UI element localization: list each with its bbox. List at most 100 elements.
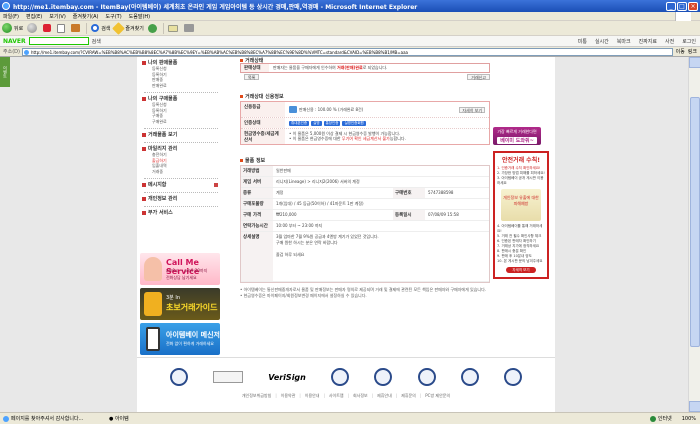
naver-link[interactable]: 미통 [578,38,587,45]
kisa-logo[interactable] [212,371,243,383]
messenger-banner[interactable]: 아이템베이 메신저 전화 없이 편하게 거래하세요 [140,323,220,355]
menu-edit[interactable]: 편집(E) [26,13,42,20]
row-key: 거래방법 [241,166,273,176]
list-button[interactable]: 목록 [244,74,260,80]
naver-login-button[interactable]: 로그인 [682,38,696,45]
nav-head[interactable]: 나의 구매물품 [140,95,222,102]
credit-section: 거래상대 신용정보 신용등급 판매신용 : 100.00 % (거래완료 8건)… [240,93,490,145]
favorites-button[interactable]: 즐겨찾기 [112,21,144,35]
history-button[interactable] [147,23,159,33]
row-key: 구매포물량 [241,199,273,209]
naver-search-input[interactable] [28,37,89,45]
nav-item[interactable]: 구매완료 [140,119,222,125]
cert-logo[interactable] [374,368,393,386]
nav-item[interactable]: 거래중 [140,169,222,175]
cert-badge: 통장인증 [323,120,341,126]
footer-link[interactable]: 제휴문의 [401,393,416,401]
nav-group-profile: 개인정보 관리 [140,195,222,202]
receipt-row: 현금영수증/세금계산서 • 이 물품은 5,000원 이상 결제 시 현금영수증… [241,129,489,144]
safe-trade-box: 안전거래 수칙! 1. 인증거래 수칙 확인하세요! 2. 가장한 방법 피해를… [493,151,549,279]
vertical-scrollbar[interactable] [688,57,700,412]
call-me-banner[interactable]: Call Me Service am9시 ~ pm9:30까지 전화상담 남기세… [140,253,220,285]
menu-help[interactable]: 도움말(H) [129,13,150,20]
report-trade-button[interactable]: 거래신고 [467,74,490,80]
nav-group-my-sales: 나의 판매물품 등록신청 등록하기 판매중 판매완료 [140,59,222,88]
stop-button[interactable] [43,24,53,32]
cert-logo[interactable] [331,368,350,386]
home-button[interactable] [71,24,82,32]
footer-link[interactable]: PC방 제안문의 [425,393,450,401]
nav-divider [144,192,218,193]
footer-link[interactable]: 이용안내 [305,393,320,401]
row-value: 07/08/09 15:58 [428,212,459,217]
nav-divider [144,128,218,129]
nav-head[interactable]: 거래물품 보기 [140,131,222,138]
beginner-guide-banner[interactable]: 3분 In 초보거래가이드 [140,288,220,320]
help-banner[interactable]: 가장 빠르게 거래한다면 베이미 도와줘~ [493,127,541,145]
links-button[interactable]: 링크 [688,48,697,55]
go-button[interactable]: 이동 [676,48,685,55]
footer-link[interactable]: 이용약관 [281,393,296,401]
naver-toolbar: NAVER 검색 미통 실시간 북마크 진짜지료 사전 로그인 [0,36,700,47]
new-message-icon [214,182,218,187]
footer-link[interactable]: 제휴안내 [377,393,392,401]
row-key: 게임 서버 [241,177,273,187]
naver-link[interactable]: 진짜지료 [639,38,657,45]
mail-button[interactable] [167,24,180,32]
safe-trade-more-button[interactable]: 자세히 보기 [506,267,536,273]
menu-tools[interactable]: 도구(T) [106,13,122,20]
footer-link[interactable]: 회사정보 [353,393,368,401]
row-value: 계정 [276,190,284,195]
back-button[interactable]: 뒤로 [2,23,23,33]
address-label: 주소(D) [3,49,20,55]
nav-head[interactable]: 나의 판매물품 [140,59,222,66]
nav-head[interactable]: 마일리지 관리 [140,145,222,152]
naver-link[interactable]: 실시간 [595,38,609,45]
footer-link[interactable]: 사이트맵 [329,393,344,401]
naver-link[interactable]: 사전 [665,38,674,45]
nav-head[interactable]: 개인정보 관리 [140,195,222,202]
footer-link[interactable]: 개인정보취급방침 [242,393,271,401]
table-row: 게임 서버 리니지(Lineage) > 리니지2(2006) 서버의 계정 [241,177,489,188]
side-event-tab[interactable]: 이벤트 [0,57,10,87]
safe-trade-title: 안전거래 수칙! [502,157,540,164]
close-button[interactable]: × [688,1,698,11]
scroll-thumb[interactable] [690,97,700,347]
address-input[interactable]: http://me1.itembay.com/?CVIRAW=%EB%B8%AC… [21,47,673,56]
row-value: 휴대폰인증 실명 통장인증 실명인증회원 [285,118,489,128]
menu-favorites[interactable]: 즐겨찾기(A) [73,13,99,20]
refresh-button[interactable] [57,23,67,33]
print-button[interactable] [183,24,196,32]
forward-button[interactable] [27,23,39,33]
menu-view[interactable]: 보기(V) [49,13,66,20]
cert-logo[interactable] [417,368,436,386]
zoom-level[interactable]: 100% [682,416,696,422]
cert-logo[interactable] [504,368,523,386]
naver-search-button[interactable]: 검색 [92,38,101,45]
naver-link[interactable]: 북마크 [617,38,631,45]
browser-toolbar: 뒤로 검색 즐겨찾기 [0,21,700,36]
detail-description: 3월 엄마한 7월 9%원 공급과 4엔방 계기가 있었던 것입니다. 구매 원… [276,234,379,257]
maximize-button[interactable]: □ [677,1,687,11]
scroll-up-arrow-icon[interactable] [689,57,700,68]
search-button[interactable]: 검색 [91,24,110,32]
credit-detail-button[interactable]: 자세히 보기 [459,106,485,113]
seal-icon [460,368,479,386]
minimize-button[interactable]: _ [666,1,676,11]
verisign-logo[interactable]: VeriSign [268,373,306,382]
list-item[interactable]: 3. 아이템베이 공개 게시판 이용하세요 [497,176,545,186]
stop-icon [43,24,52,32]
toolbar-divider [86,22,88,34]
nav-divider [144,142,218,143]
ftc-logo[interactable] [169,368,188,386]
cert-logo[interactable] [460,368,479,386]
nav-head[interactable]: 메시지함 [140,181,222,188]
list-item[interactable]: 10. 본 게시판 문의 남겨주세요 [497,259,545,264]
nav-head[interactable]: 부가 서비스 [140,209,222,216]
privacy-illustration: 개인정보 유출에 대한 피해예방 [501,189,541,221]
menu-file[interactable]: 파일(F) [3,13,19,20]
list-item[interactable]: 4. 아이템베이를 통해 거래하세요! [497,224,545,234]
seal-icon [212,371,243,383]
scroll-down-arrow-icon[interactable] [689,401,700,412]
nav-item[interactable]: 판매완료 [140,83,222,89]
